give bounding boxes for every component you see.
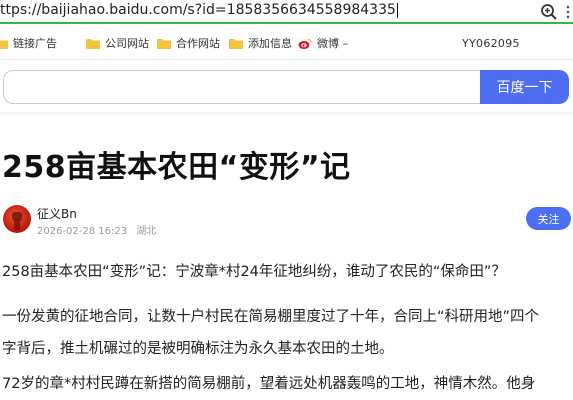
article-paragraph: 72岁的章*村村民蹲在新搭的简易棚前，望着远处机器轰鸣的工地，神情木然。他身 [2, 372, 573, 397]
zoom-icon[interactable] [540, 3, 558, 21]
paragraph-line: 字背后，推土机碾过的是被明确标注为永久基本农田的土地。 [2, 341, 394, 357]
more-icon[interactable] [563, 3, 573, 21]
follow-button[interactable]: 关注 [526, 207, 571, 230]
paragraph-line: 258亩基本农田“变形”记：宁波章*村24年征地纠纷，谁动了农民的“保命田”？ [2, 264, 506, 280]
publish-date: 2026-02-28 16:23 [37, 226, 128, 237]
publish-location: 湖北 [136, 226, 157, 237]
search-bar: 百度一下 [0, 70, 573, 104]
bookmark-label: 微博 – [317, 37, 348, 50]
folder-icon [229, 38, 243, 49]
author-name[interactable]: 征义Bn [37, 205, 77, 222]
bookmark-label: 合作网站 [176, 37, 220, 50]
bookmark-item-company[interactable]: 公司网站 [86, 35, 149, 51]
folder-icon [86, 38, 100, 49]
bookmark-label: 添加信息 [248, 37, 292, 50]
bookmark-item-weibo[interactable]: 微博 – [298, 35, 348, 51]
fist-icon [12, 212, 22, 230]
search-button[interactable]: 百度一下 [480, 70, 569, 104]
text-caret [396, 2, 398, 18]
address-bar[interactable]: ttps://baijiahao.baidu.com/s?id=18583566… [0, 0, 573, 24]
bookmark-label: 公司网站 [105, 37, 149, 50]
article-paragraph: 一份发黄的征地合同，让数十户村民在简易棚里度过了十年，合同上“科研用地”四个 字… [2, 305, 573, 362]
article-meta: 2026-02-28 16:23 湖北 [37, 222, 156, 237]
bookmark-item-partners[interactable]: 合作网站 [157, 35, 220, 51]
search-input[interactable] [3, 70, 481, 104]
bookmark-item-add-info[interactable]: 添加信息 [229, 35, 292, 51]
header-divider [0, 112, 573, 116]
article-title: 258亩基本农田“变形”记 [2, 150, 351, 185]
folder-icon [0, 39, 8, 49]
bookmarks-bar: 链接广告 公司网站 合作网站 添加信息 微博 – YY062095 [0, 26, 573, 60]
avatar[interactable] [3, 205, 31, 233]
url-field[interactable]: ttps://baijiahao.baidu.com/s?id=18583566… [0, 2, 398, 18]
url-text: ttps://baijiahao.baidu.com/s?id=18583566… [0, 2, 396, 18]
bookmark-item-ads[interactable]: 链接广告 [0, 35, 57, 51]
article-paragraph: 258亩基本农田“变形”记：宁波章*村24年征地纠纷，谁动了农民的“保命田”？ [2, 260, 573, 285]
paragraph-line: 72岁的章*村村民蹲在新搭的简易棚前，望着远处机器轰鸣的工地，神情木然。他身 [2, 376, 536, 392]
paragraph-line: 一份发黄的征地合同，让数十户村民在简易棚里度过了十年，合同上“科研用地”四个 [2, 309, 540, 325]
weibo-icon [298, 38, 312, 49]
bookmark-id-text: YY062095 [462, 37, 520, 50]
browser-window: ttps://baijiahao.baidu.com/s?id=18583566… [0, 0, 573, 400]
bookmark-label: 链接广告 [13, 37, 57, 50]
folder-icon [157, 38, 171, 49]
